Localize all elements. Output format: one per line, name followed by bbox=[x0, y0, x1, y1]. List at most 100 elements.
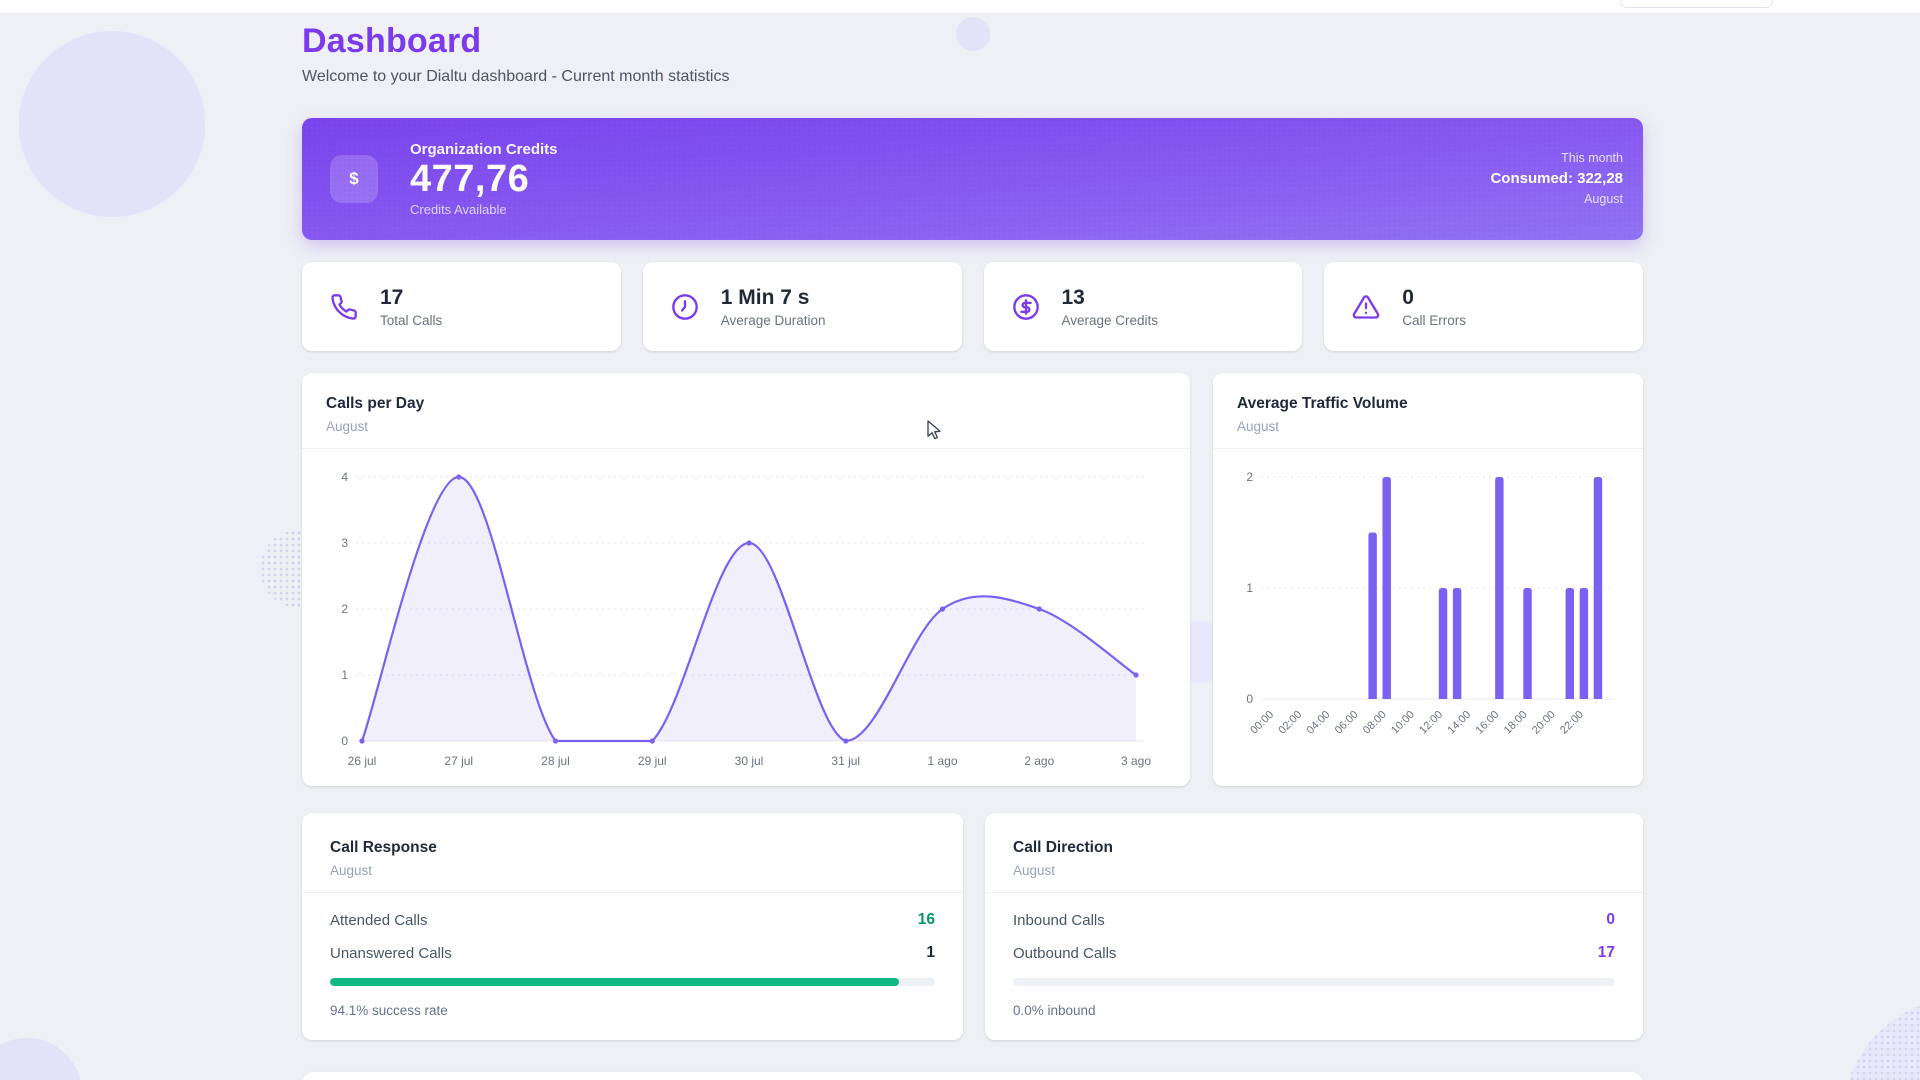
top-header-bar bbox=[0, 0, 1920, 14]
stat-label-total-calls: Total Calls bbox=[380, 313, 442, 328]
svg-text:3: 3 bbox=[341, 536, 348, 550]
svg-text:08:00: 08:00 bbox=[1361, 709, 1389, 737]
traffic-volume-card: Average Traffic Volume August 01200:0002… bbox=[1213, 373, 1643, 786]
stat-text: 13 Average Credits bbox=[1062, 285, 1159, 328]
unanswered-calls-label: Unanswered Calls bbox=[330, 945, 452, 962]
stat-label-call-errors: Call Errors bbox=[1402, 313, 1466, 328]
calls-per-day-chart: 0123426 jul27 jul28 jul29 jul30 jul31 ju… bbox=[326, 453, 1166, 776]
credits-label: Organization Credits bbox=[410, 141, 558, 158]
credits-caption: Credits Available bbox=[410, 202, 558, 217]
svg-text:0: 0 bbox=[1246, 692, 1253, 706]
alert-triangle-icon bbox=[1352, 293, 1380, 321]
divider bbox=[1213, 448, 1643, 449]
credits-summary: Organization Credits 477,76 Credits Avai… bbox=[410, 141, 558, 217]
divider bbox=[985, 892, 1643, 893]
bottom-row: Call Response August Attended Calls 16 U… bbox=[302, 813, 1643, 1040]
svg-text:1: 1 bbox=[1246, 581, 1253, 595]
svg-text:27 jul: 27 jul bbox=[444, 754, 473, 768]
call-direction-card: Call Direction August Inbound Calls 0 Ou… bbox=[985, 813, 1643, 1040]
attended-calls-row: Attended Calls 16 bbox=[330, 911, 935, 929]
svg-text:1 ago: 1 ago bbox=[927, 754, 957, 768]
success-rate-progress-track bbox=[330, 978, 935, 986]
attended-calls-value: 16 bbox=[918, 911, 935, 929]
dollar-circle-icon bbox=[1012, 293, 1040, 321]
success-rate-footnote: 94.1% success rate bbox=[330, 1003, 935, 1018]
svg-text:10:00: 10:00 bbox=[1389, 709, 1417, 737]
outbound-calls-label: Outbound Calls bbox=[1013, 945, 1116, 962]
mouse-cursor bbox=[926, 420, 946, 447]
inbound-footnote: 0.0% inbound bbox=[1013, 1003, 1615, 1018]
call-direction-title: Call Direction bbox=[1013, 839, 1615, 857]
call-direction-subtitle: August bbox=[1013, 863, 1615, 878]
svg-text:18:00: 18:00 bbox=[1502, 709, 1530, 737]
svg-text:22:00: 22:00 bbox=[1558, 709, 1586, 737]
unanswered-calls-value: 1 bbox=[926, 944, 935, 962]
main-content: Dashboard Welcome to your Dialtu dashboa… bbox=[302, 22, 1643, 1080]
svg-text:3 ago: 3 ago bbox=[1121, 754, 1151, 768]
inbound-progress-track bbox=[1013, 978, 1615, 986]
credits-period-label: This month bbox=[1490, 149, 1623, 168]
svg-text:14:00: 14:00 bbox=[1445, 709, 1473, 737]
stat-label-average-credits: Average Credits bbox=[1062, 313, 1159, 328]
svg-text:30 jul: 30 jul bbox=[735, 754, 764, 768]
calls-per-day-title: Calls per Day bbox=[326, 395, 1166, 413]
calls-per-day-card: Calls per Day August 0123426 jul27 jul28… bbox=[302, 373, 1190, 786]
outbound-calls-row: Outbound Calls 17 bbox=[1013, 944, 1615, 962]
svg-text:2: 2 bbox=[1246, 470, 1253, 484]
stat-value-call-errors: 0 bbox=[1402, 285, 1466, 310]
stat-label-average-duration: Average Duration bbox=[721, 313, 826, 328]
svg-text:12:00: 12:00 bbox=[1417, 709, 1445, 737]
stat-text: 1 Min 7 s Average Duration bbox=[721, 285, 826, 328]
svg-text:2: 2 bbox=[341, 602, 348, 616]
inbound-calls-value: 0 bbox=[1606, 911, 1615, 929]
traffic-volume-title: Average Traffic Volume bbox=[1237, 395, 1619, 413]
divider bbox=[302, 892, 963, 893]
call-response-card: Call Response August Attended Calls 16 U… bbox=[302, 813, 963, 1040]
stat-value-average-credits: 13 bbox=[1062, 285, 1159, 310]
page-title: Dashboard bbox=[302, 22, 1643, 61]
svg-text:0: 0 bbox=[341, 734, 348, 748]
page-subtitle: Welcome to your Dialtu dashboard - Curre… bbox=[302, 68, 1643, 86]
deco-circle-bottom-right bbox=[1843, 998, 1920, 1080]
bar-chart-svg: 01200:0002:0004:0006:0008:0010:0012:0014… bbox=[1237, 453, 1619, 771]
stat-card-average-credits: 13 Average Credits bbox=[984, 262, 1303, 351]
svg-text:28 jul: 28 jul bbox=[541, 754, 570, 768]
stat-card-total-calls: 17 Total Calls bbox=[302, 262, 621, 351]
inbound-calls-row: Inbound Calls 0 bbox=[1013, 911, 1615, 929]
svg-text:16:00: 16:00 bbox=[1474, 709, 1502, 737]
svg-text:20:00: 20:00 bbox=[1530, 709, 1558, 737]
phone-icon bbox=[330, 293, 358, 321]
attended-calls-label: Attended Calls bbox=[330, 912, 428, 929]
stat-value-total-calls: 17 bbox=[380, 285, 442, 310]
call-response-title: Call Response bbox=[330, 839, 935, 857]
credits-month: August bbox=[1490, 190, 1623, 209]
traffic-volume-subtitle: August bbox=[1237, 419, 1619, 434]
traffic-volume-chart: 01200:0002:0004:0006:0008:0010:0012:0014… bbox=[1237, 453, 1619, 776]
stats-row: 17 Total Calls 1 Min 7 s Average Duratio… bbox=[302, 262, 1643, 351]
clock-icon bbox=[671, 293, 699, 321]
stat-card-call-errors: 0 Call Errors bbox=[1324, 262, 1643, 351]
header-partial-control[interactable] bbox=[1620, 0, 1773, 8]
svg-text:06:00: 06:00 bbox=[1333, 709, 1361, 737]
organization-credits-banner: $ Organization Credits 477,76 Credits Av… bbox=[302, 118, 1643, 240]
dashboard-app: Dashboard Welcome to your Dialtu dashboa… bbox=[0, 0, 1920, 1080]
svg-text:1: 1 bbox=[341, 668, 348, 682]
deco-circle-bottom-left bbox=[0, 1038, 82, 1080]
next-section-card-partial bbox=[302, 1072, 1643, 1080]
svg-text:04:00: 04:00 bbox=[1305, 709, 1333, 737]
line-chart-svg: 0123426 jul27 jul28 jul29 jul30 jul31 ju… bbox=[326, 453, 1166, 771]
stat-text: 0 Call Errors bbox=[1402, 285, 1466, 328]
credits-amount: 477,76 bbox=[410, 158, 558, 202]
dollar-badge-icon: $ bbox=[330, 155, 378, 203]
svg-text:29 jul: 29 jul bbox=[638, 754, 667, 768]
stat-text: 17 Total Calls bbox=[380, 285, 442, 328]
calls-per-day-subtitle: August bbox=[326, 419, 1166, 434]
credits-period-block: This month Consumed: 322,28 August bbox=[1490, 149, 1623, 209]
svg-text:2 ago: 2 ago bbox=[1024, 754, 1054, 768]
success-rate-progress-fill bbox=[330, 978, 899, 986]
divider bbox=[302, 448, 1190, 449]
call-response-subtitle: August bbox=[330, 863, 935, 878]
svg-text:02:00: 02:00 bbox=[1276, 709, 1304, 737]
credits-consumed: Consumed: 322,28 bbox=[1490, 168, 1623, 191]
stat-card-average-duration: 1 Min 7 s Average Duration bbox=[643, 262, 962, 351]
